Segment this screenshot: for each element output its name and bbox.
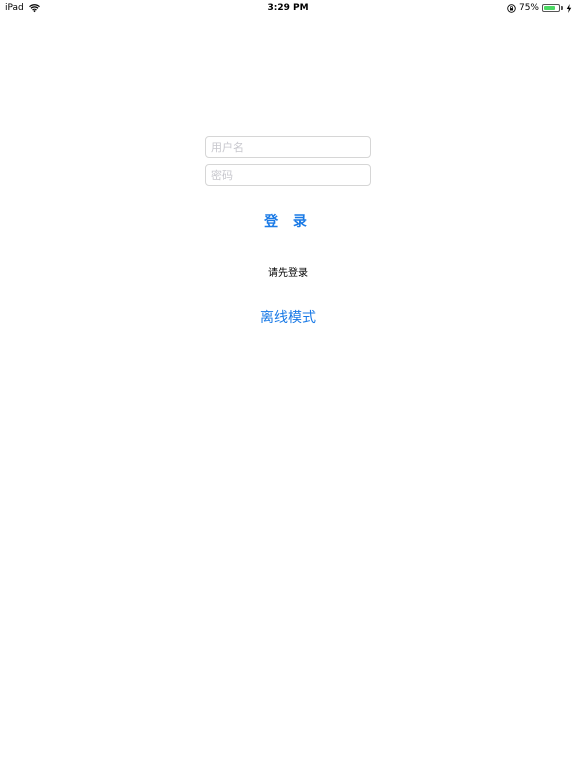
login-prompt: 请先登录 [268, 268, 308, 279]
status-time: 3:29 PM [267, 3, 309, 13]
login-screen: iPad 3:29 PM 75% 用户名 登 录 请先登录 离线模式 [0, 0, 576, 768]
battery-percent: 75% [518, 3, 539, 13]
battery-tip [561, 6, 563, 10]
rotation-lock-icon [507, 3, 516, 13]
password-field[interactable] [205, 164, 371, 186]
status-right: 75% [507, 0, 572, 16]
status-bar: iPad 3:29 PM 75% [0, 0, 576, 16]
battery-icon [542, 4, 560, 12]
charging-bolt-icon [566, 3, 572, 13]
offline-mode-button[interactable]: 离线模式 [228, 305, 348, 329]
login-button[interactable]: 登 录 [238, 208, 338, 234]
battery-fill [544, 6, 555, 10]
username-field[interactable] [205, 136, 371, 158]
